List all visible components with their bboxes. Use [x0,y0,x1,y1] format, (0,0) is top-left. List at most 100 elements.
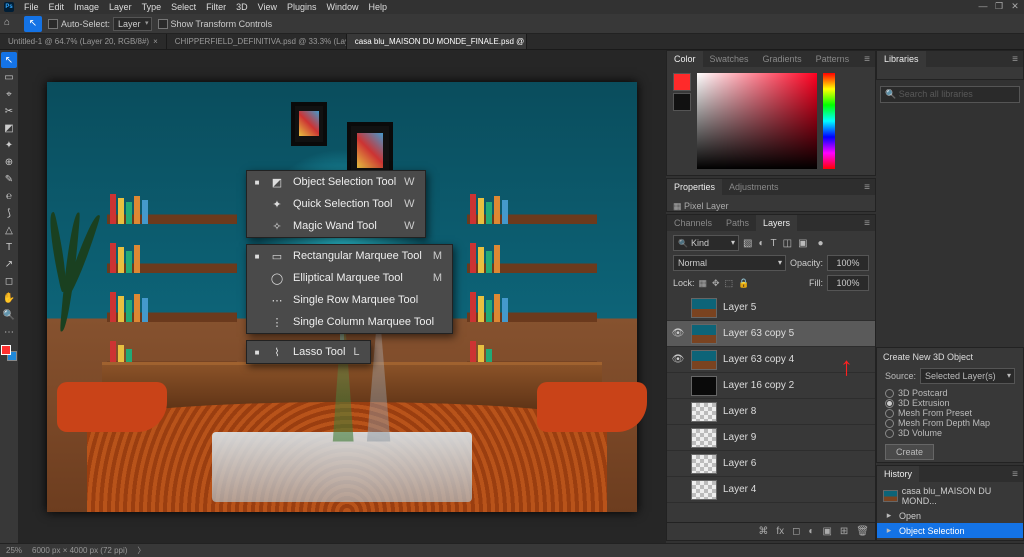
layer-name[interactable]: Layer 4 [723,484,756,495]
layers-panel-menu[interactable]: ≡ [859,218,875,229]
tab-history[interactable]: History [877,466,919,482]
tool-11[interactable]: T [1,239,17,255]
tab-properties[interactable]: Properties [667,179,722,195]
menu-edit[interactable]: Edit [45,2,69,12]
layer-name[interactable]: Layer 63 copy 4 [723,354,794,365]
blend-mode-dropdown[interactable]: Normal [673,255,786,271]
tool-0[interactable]: ↖ [1,52,17,68]
tool-3[interactable]: ✂ [1,103,17,119]
document-tab-1[interactable]: CHIPPERFIELD_DEFINITIVA.psd @ 33.3% (Lay… [167,34,347,49]
link-layers-icon[interactable]: ⌘ [758,526,768,537]
3d-option[interactable]: Mesh From Depth Map [885,418,1015,428]
new-group-icon[interactable]: ▣ [822,526,831,537]
layer-row[interactable]: 👁Layer 63 copy 4 [667,347,875,373]
fill-field[interactable]: 100% [827,275,869,291]
delete-layer-icon[interactable]: 🗑 [856,526,869,537]
background-swatch[interactable] [673,93,691,111]
layer-thumbnail[interactable] [691,376,717,396]
tool-15[interactable]: 🔍 [1,307,17,323]
layer-thumbnail[interactable] [691,454,717,474]
lock-artboard-icon[interactable]: ⬚ [725,278,734,289]
tool-9[interactable]: ⟆ [1,205,17,221]
document-tab-0[interactable]: Untitled-1 @ 64.7% (Layer 20, RGB/8#)× [0,34,167,49]
layer-visibility-icon[interactable]: 👁 [671,328,685,339]
history-step[interactable]: ▸Object Selection [877,523,1023,538]
tab-patterns[interactable]: Patterns [809,51,857,67]
3d-option[interactable]: 3D Volume [885,428,1015,438]
document-tab-2[interactable]: casa blu_MAISON DU MONDE_FINALE.psd @ 25… [347,34,527,49]
filter-pixel-icon[interactable]: ▧ [743,238,752,249]
filter-smart-icon[interactable]: ▣ [798,238,807,249]
layer-fx-icon[interactable]: fx [776,526,784,537]
layer-row[interactable]: Layer 9 [667,425,875,451]
filter-adjust-icon[interactable]: ◐ [758,238,764,249]
color-panel-menu[interactable]: ≡ [859,54,875,65]
tab-color[interactable]: Color [667,51,703,67]
layer-name[interactable]: Layer 6 [723,458,756,469]
window-close[interactable]: ✕ [1008,0,1022,12]
menu-view[interactable]: View [254,2,281,12]
menu-select[interactable]: Select [167,2,200,12]
show-transform-checkbox[interactable] [158,19,168,29]
auto-select-dropdown[interactable]: Layer [113,17,152,31]
new-fill-icon[interactable]: ◐ [808,526,814,537]
tool-10[interactable]: △ [1,222,17,238]
layer-row[interactable]: Layer 8 [667,399,875,425]
layer-thumbnail[interactable] [691,428,717,448]
tool-2[interactable]: ⌖ [1,86,17,102]
menu-filter[interactable]: Filter [202,2,230,12]
menu-plugins[interactable]: Plugins [283,2,321,12]
lock-all-icon[interactable]: 🔒 [738,278,749,289]
3d-option[interactable]: 3D Extrusion [885,398,1015,408]
auto-select-checkbox[interactable] [48,19,58,29]
layer-name[interactable]: Layer 63 copy 5 [723,328,794,339]
tab-gradients[interactable]: Gradients [756,51,809,67]
layer-thumbnail[interactable] [691,298,717,318]
hue-slider[interactable] [823,73,835,169]
radio-icon[interactable] [885,419,894,428]
flyout-item[interactable]: ■◩Object Selection ToolW [247,171,425,193]
flyout-item[interactable]: ⋯Single Row Marquee Tool [247,289,452,311]
layer-thumbnail[interactable] [691,324,717,344]
layer-row[interactable]: 👁 Layer 63 copy 5 [667,321,875,347]
lock-position-icon[interactable]: ✥ [712,278,720,289]
layer-thumbnail[interactable] [691,480,717,500]
layer-row[interactable]: Layer 5 [667,295,875,321]
layer-row[interactable]: Layer 4 [667,477,875,503]
home-icon[interactable]: ⌂ [4,17,18,31]
layer-name[interactable]: Layer 16 copy 2 [723,380,794,391]
tool-13[interactable]: ◻ [1,273,17,289]
tab-adjustments[interactable]: Adjustments [722,179,786,195]
tab-channels[interactable]: Channels [667,215,719,231]
layer-row[interactable]: Layer 6 [667,451,875,477]
layer-thumbnail[interactable] [691,402,717,422]
history-step[interactable]: ▸Open [877,508,1023,523]
menu-3d[interactable]: 3D [232,2,252,12]
flyout-item[interactable]: ■⌇Lasso ToolL [247,341,370,363]
tool-1[interactable]: ▭ [1,69,17,85]
tab-swatches[interactable]: Swatches [703,51,756,67]
flyout-item[interactable]: ◯Elliptical Marquee ToolM [247,267,452,289]
menu-type[interactable]: Type [138,2,166,12]
foreground-swatch[interactable] [673,73,691,91]
3d-source-dropdown[interactable]: Selected Layer(s) [920,368,1015,384]
window-restore[interactable]: ❐ [992,0,1006,12]
saturation-value-picker[interactable] [697,73,817,169]
lock-pixels-icon[interactable]: ▦ [699,278,708,289]
layer-row[interactable]: Layer 16 copy 2 [667,373,875,399]
menu-file[interactable]: File [20,2,43,12]
new-layer-icon[interactable]: ⊞ [840,526,848,537]
status-doc-info[interactable]: 6000 px × 4000 px (72 ppi) [32,546,127,555]
3d-option[interactable]: Mesh From Preset [885,408,1015,418]
layer-mask-icon[interactable]: ◻ [792,526,800,537]
filter-toggle-icon[interactable]: ● [818,238,824,249]
libraries-search[interactable]: 🔍 Search all libraries [880,86,1020,103]
tool-8[interactable]: ℮ [1,188,17,204]
filter-shape-icon[interactable]: ◫ [783,238,792,249]
status-zoom[interactable]: 25% [6,546,22,555]
tab-libraries[interactable]: Libraries [877,51,926,67]
flyout-item[interactable]: ✧Magic Wand ToolW [247,215,425,237]
history-document[interactable]: casa blu_MAISON DU MOND... [877,484,1023,508]
menu-help[interactable]: Help [365,2,392,12]
3d-option[interactable]: 3D Postcard [885,388,1015,398]
